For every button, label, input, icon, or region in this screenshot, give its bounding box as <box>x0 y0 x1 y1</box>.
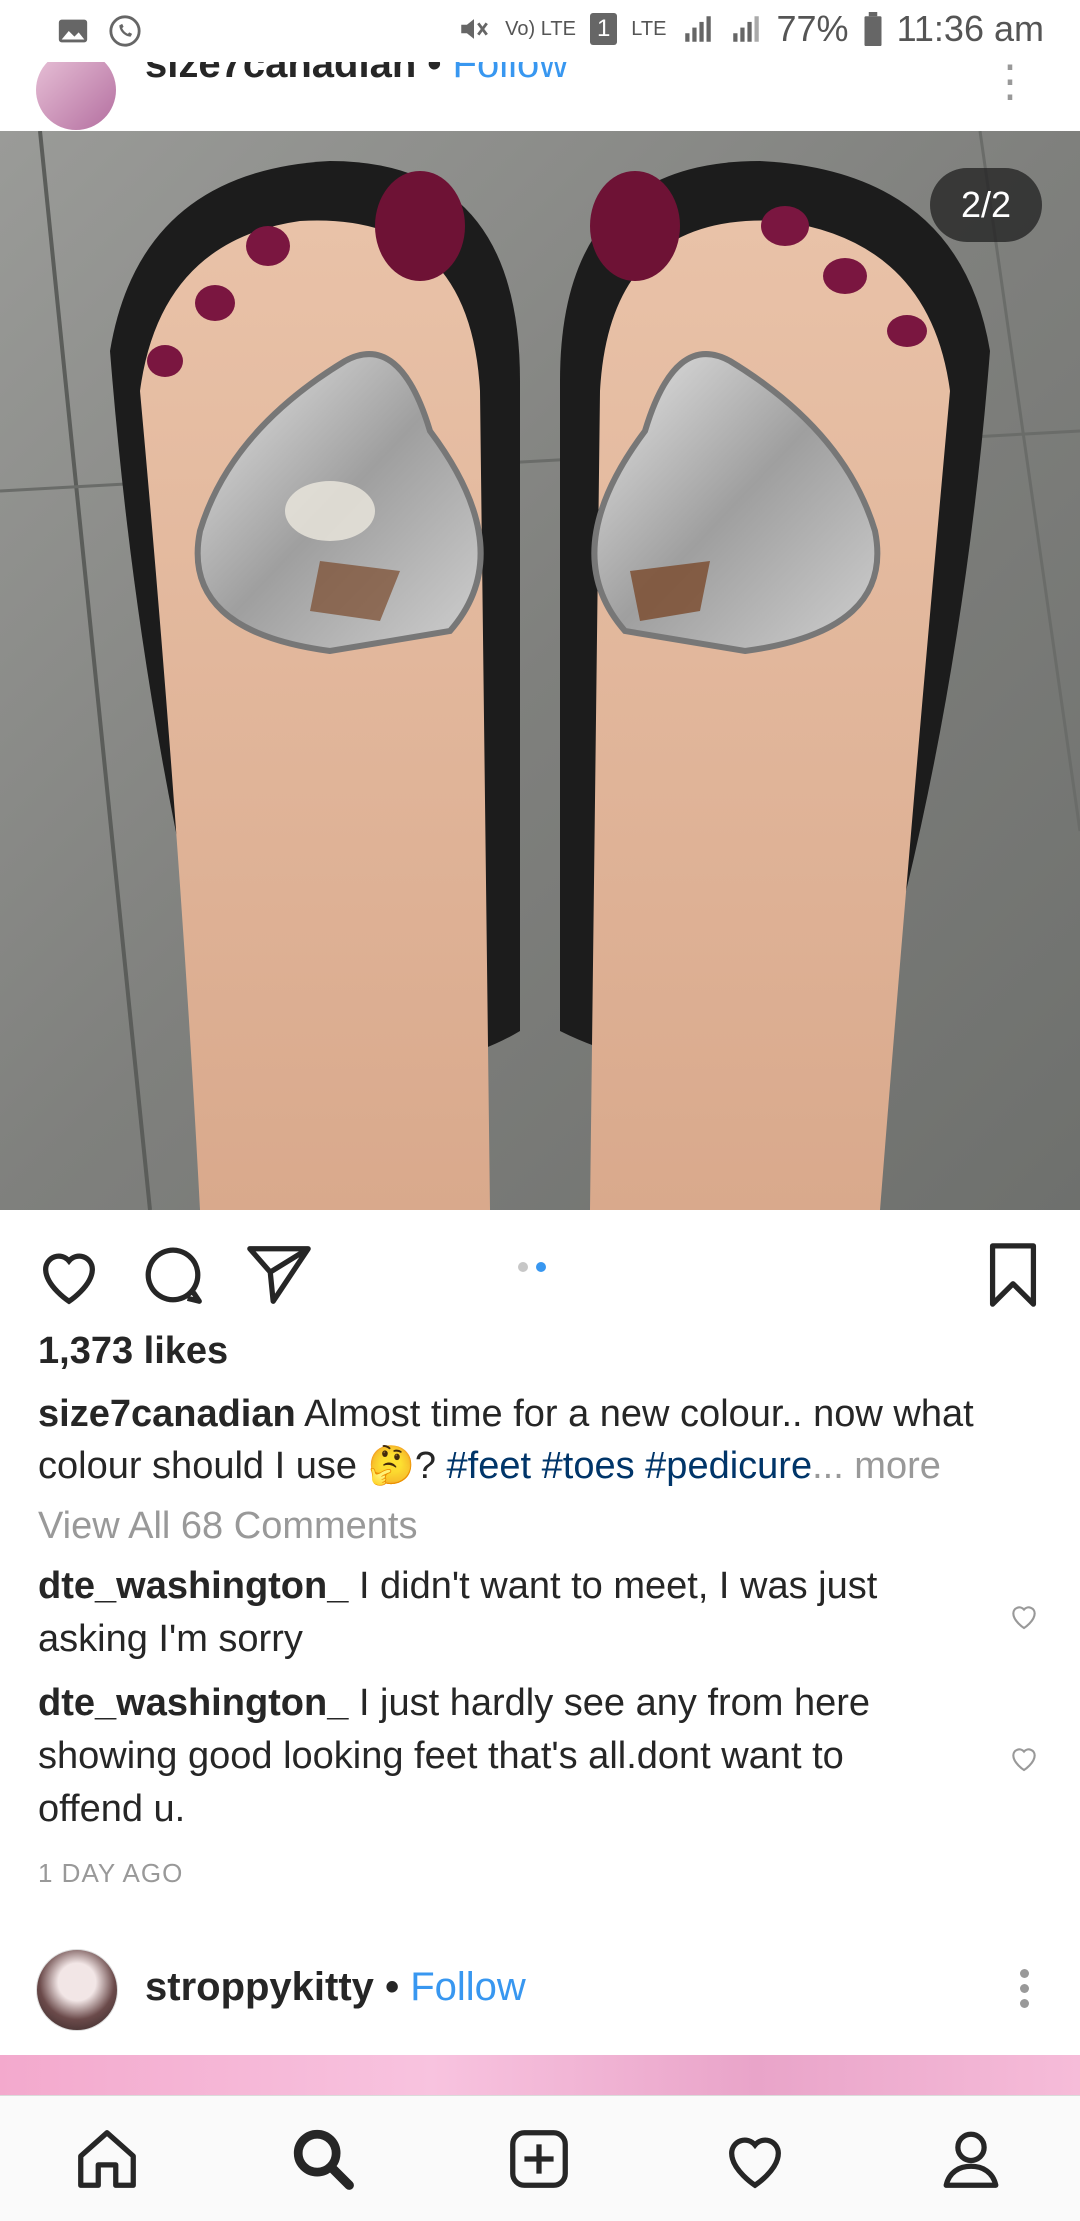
gallery-icon <box>58 19 88 43</box>
signal-icon <box>684 16 711 42</box>
separator: • <box>385 1965 400 2009</box>
comment-like-heart-icon[interactable] <box>1008 1600 1040 1632</box>
follow-button[interactable]: Follow <box>410 1965 526 2009</box>
lte-label: LTE <box>631 17 667 40</box>
add-post-icon[interactable] <box>504 2124 574 2194</box>
comment-username[interactable]: dte_washington_ <box>38 1565 348 1607</box>
caption: size7canadian Almost time for a new colo… <box>38 1388 1048 1492</box>
post-timestamp: 1 DAY AGO <box>38 1858 184 1888</box>
post-author[interactable]: stroppykitty • Follow <box>145 1965 526 2010</box>
avatar[interactable] <box>36 50 116 130</box>
post-image[interactable] <box>0 2055 1080 2095</box>
likes-count[interactable]: 1,373 likes <box>38 1330 228 1373</box>
comment-username[interactable]: dte_washington_ <box>38 1682 348 1724</box>
feet-photo <box>0 131 1080 1210</box>
status-bar: Vo) LTE 1 LTE 77% 11:36 am <box>0 0 1080 62</box>
comment-item: dte_washington_ I just hardly see any fr… <box>38 1677 938 1836</box>
battery-percent: 77% <box>776 8 849 49</box>
bottom-navigation <box>0 2095 1080 2221</box>
more-options-icon[interactable] <box>1020 1963 1032 2014</box>
mute-icon <box>461 19 489 39</box>
battery-icon <box>864 12 882 46</box>
post-header: stroppykitty • Follow <box>0 1945 1080 2055</box>
home-icon[interactable] <box>72 2124 142 2194</box>
caption-username[interactable]: size7canadian <box>38 1393 296 1435</box>
carousel-dot <box>518 1262 528 1272</box>
hashtag-pedicure[interactable]: #pedicure <box>645 1445 812 1487</box>
post-image[interactable] <box>0 131 1080 1210</box>
hashtag-toes[interactable]: #toes <box>542 1445 635 1487</box>
comment-icon[interactable] <box>138 1240 208 1310</box>
paper-plane-icon[interactable] <box>244 1240 314 1310</box>
clock: 11:36 am <box>896 8 1044 49</box>
profile-icon[interactable] <box>936 2124 1006 2194</box>
activity-heart-icon[interactable] <box>720 2124 790 2194</box>
volte-label: Vo) LTE <box>505 18 576 40</box>
avatar[interactable] <box>36 1949 118 2031</box>
username[interactable]: stroppykitty <box>145 1965 374 2009</box>
whatsapp-icon <box>109 15 141 47</box>
carousel-dot-active <box>536 1262 546 1272</box>
more-link[interactable]: ... more <box>812 1445 941 1487</box>
comment-like-heart-icon[interactable] <box>1008 1742 1040 1774</box>
view-all-comments[interactable]: View All 68 Comments <box>38 1505 417 1548</box>
heart-icon[interactable] <box>34 1240 104 1310</box>
more-options-icon[interactable]: ⋮ <box>988 60 1032 104</box>
signal-2-icon <box>732 16 759 42</box>
carousel-indicator <box>518 1262 546 1272</box>
image-counter: 2/2 <box>930 168 1042 242</box>
hashtag-feet[interactable]: #feet <box>447 1445 532 1487</box>
sim-badge: 1 <box>589 13 618 45</box>
bookmark-icon[interactable] <box>978 1240 1048 1310</box>
search-icon[interactable] <box>288 2124 358 2194</box>
comment-item: dte_washington_ I didn't want to meet, I… <box>38 1560 938 1666</box>
